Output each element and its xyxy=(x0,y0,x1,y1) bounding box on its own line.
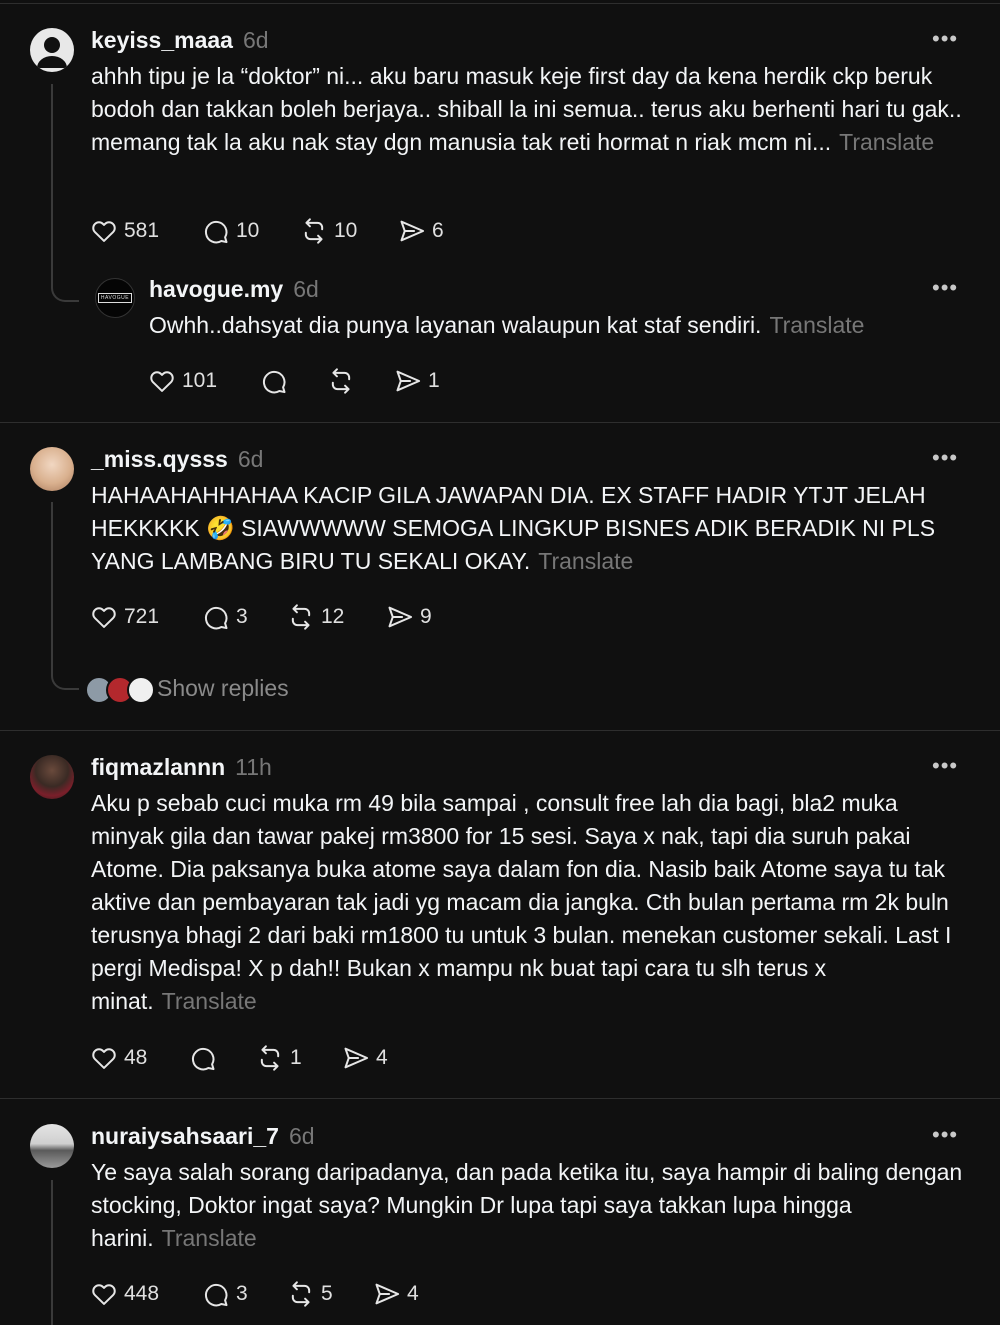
more-icon[interactable]: ••• xyxy=(932,755,958,777)
more-icon[interactable]: ••• xyxy=(932,277,958,299)
reply-button[interactable] xyxy=(260,365,294,397)
action-bar: 101 1 xyxy=(148,365,488,397)
comment-icon xyxy=(260,367,288,395)
like-button[interactable]: 48 xyxy=(90,1042,147,1074)
comment-icon xyxy=(202,1280,230,1308)
post-text: HAHAAHAHHAHAA KACIP GILA JAWAPAN DIA. EX… xyxy=(91,482,936,574)
more-icon[interactable]: ••• xyxy=(932,28,958,50)
avatar[interactable] xyxy=(30,755,74,799)
username[interactable]: keyiss_maaa 6d xyxy=(91,27,269,54)
like-button[interactable]: 721 xyxy=(90,601,159,633)
divider xyxy=(0,3,1000,4)
share-icon xyxy=(373,1280,401,1308)
reply-button[interactable]: 3 xyxy=(202,601,248,633)
share-button[interactable]: 1 xyxy=(394,365,440,397)
reply-text: Owhh..dahsyat dia punya layanan walaupun… xyxy=(149,312,865,338)
heart-icon xyxy=(90,1044,118,1072)
repost-icon xyxy=(256,1044,284,1072)
heart-icon xyxy=(90,1280,118,1308)
translate-link[interactable]: Translate xyxy=(839,129,934,155)
thread-line xyxy=(51,84,53,280)
avatar-logo-text: HAVOGUE xyxy=(97,293,133,303)
action-bar: 48 1 4 xyxy=(90,1042,490,1074)
thread-connector xyxy=(51,270,79,302)
reply-avatar[interactable]: HAVOGUE xyxy=(95,278,135,318)
avatar[interactable] xyxy=(30,28,74,72)
repost-button[interactable]: 10 xyxy=(300,215,357,247)
thread-line xyxy=(51,1180,53,1325)
reply-button[interactable]: 3 xyxy=(202,1278,248,1310)
share-icon xyxy=(386,603,414,631)
post-text: Aku p sebab cuci muka rm 49 bila sampai … xyxy=(91,790,952,1014)
avatar[interactable] xyxy=(30,1124,74,1168)
timestamp: 6d xyxy=(288,1123,315,1149)
comment-icon xyxy=(189,1044,217,1072)
action-bar: 581 10 10 6 xyxy=(90,215,490,247)
timestamp: 6d xyxy=(242,27,269,53)
username[interactable]: nuraiysahsaari_7 6d xyxy=(91,1123,315,1150)
repost-icon xyxy=(287,1280,315,1308)
username[interactable]: _miss.qysss 6d xyxy=(91,446,263,473)
comment-icon xyxy=(202,217,230,245)
heart-icon xyxy=(90,217,118,245)
like-button[interactable]: 581 xyxy=(90,215,159,247)
repost-button[interactable]: 1 xyxy=(256,1042,302,1074)
repost-button[interactable]: 5 xyxy=(287,1278,333,1310)
comment-icon xyxy=(202,603,230,631)
thread-connector xyxy=(51,652,79,690)
share-icon xyxy=(398,217,426,245)
timestamp: 11h xyxy=(235,754,272,780)
translate-link[interactable]: Translate xyxy=(538,548,633,574)
share-icon xyxy=(342,1044,370,1072)
repost-icon xyxy=(327,367,355,395)
reply-button[interactable] xyxy=(189,1042,223,1074)
share-button[interactable]: 4 xyxy=(373,1278,419,1310)
repost-icon xyxy=(287,603,315,631)
heart-icon xyxy=(148,367,176,395)
divider xyxy=(0,422,1000,423)
share-button[interactable]: 6 xyxy=(398,215,444,247)
reply-username[interactable]: havogue.my 6d xyxy=(149,276,319,303)
divider xyxy=(0,1098,1000,1099)
repost-button[interactable] xyxy=(327,365,361,397)
more-icon[interactable]: ••• xyxy=(932,447,958,469)
timestamp: 6d xyxy=(293,276,319,302)
timestamp: 6d xyxy=(237,446,264,472)
action-bar: 448 3 5 4 xyxy=(90,1278,490,1310)
reply-button[interactable]: 10 xyxy=(202,215,259,247)
show-replies-label: Show replies xyxy=(157,675,289,701)
repost-icon xyxy=(300,217,328,245)
share-icon xyxy=(394,367,422,395)
like-button[interactable]: 448 xyxy=(90,1278,159,1310)
default-avatar-icon xyxy=(37,37,67,68)
username[interactable]: fiqmazlannn 11h xyxy=(91,754,272,781)
post-text: ahhh tipu je la “doktor” ni... aku baru … xyxy=(91,63,962,155)
translate-link[interactable]: Translate xyxy=(162,988,257,1014)
share-button[interactable]: 4 xyxy=(342,1042,388,1074)
post-text: Ye saya salah sorang daripadanya, dan pa… xyxy=(91,1159,963,1251)
divider xyxy=(0,730,1000,731)
repost-button[interactable]: 12 xyxy=(287,601,344,633)
action-bar: 721 3 12 9 xyxy=(90,601,490,633)
avatar[interactable] xyxy=(30,447,74,491)
reply-avatar-thumb xyxy=(127,676,155,704)
translate-link[interactable]: Translate xyxy=(769,312,864,338)
more-icon[interactable]: ••• xyxy=(932,1124,958,1146)
share-button[interactable]: 9 xyxy=(386,601,432,633)
translate-link[interactable]: Translate xyxy=(162,1225,257,1251)
heart-icon xyxy=(90,603,118,631)
like-button[interactable]: 101 xyxy=(148,365,217,397)
thread-line xyxy=(51,502,53,662)
